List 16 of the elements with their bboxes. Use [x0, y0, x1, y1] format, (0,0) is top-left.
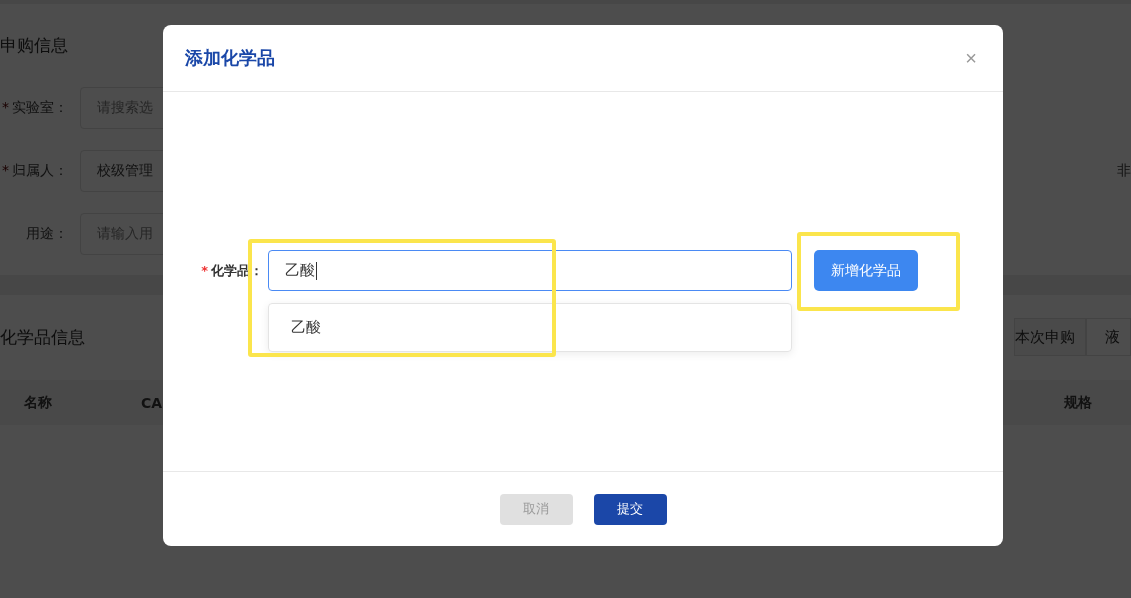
- tab[interactable]: 液: [1086, 318, 1131, 356]
- add-chemical-button[interactable]: 新增化学品: [814, 250, 918, 291]
- field-label: 用途：: [25, 224, 69, 243]
- field-label: * 实验室：: [1, 98, 69, 117]
- submit-button[interactable]: 提交: [593, 493, 667, 525]
- column-header: 名称: [23, 393, 53, 412]
- close-button[interactable]: ×: [961, 46, 981, 70]
- suggestion-item[interactable]: 乙酸: [269, 304, 791, 351]
- chemical-input[interactable]: 乙酸: [268, 250, 792, 291]
- dialog-title: 添加化学品: [185, 46, 275, 70]
- section-title: 申购信息: [0, 33, 68, 57]
- column-header: 规格: [1063, 393, 1093, 412]
- field-label: * 归属人：: [1, 161, 69, 180]
- column-header: CA: [140, 394, 164, 411]
- section-title: 化学品信息: [0, 326, 85, 349]
- tab[interactable]: 本次申购: [1014, 318, 1086, 356]
